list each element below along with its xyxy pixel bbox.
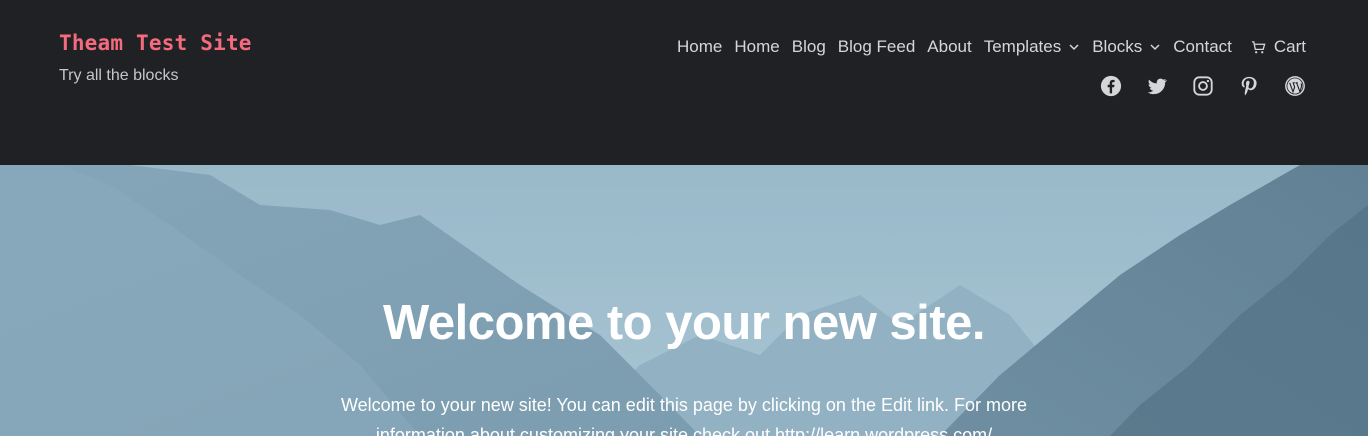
site-title[interactable]: Theam Test Site [59,31,252,55]
nav-label: Blocks [1092,37,1143,56]
twitter-icon[interactable] [1146,75,1168,97]
pinterest-icon[interactable] [1238,75,1260,97]
nav-item-blocks[interactable]: Blocks [1092,37,1161,57]
nav-label: About [927,37,972,56]
nav-item-contact[interactable]: Contact [1173,37,1232,57]
chevron-down-icon[interactable] [1149,41,1161,53]
nav-item-about[interactable]: About [927,37,971,57]
nav-label: Blog Feed [837,37,916,56]
site-header: Theam Test Site Try all the blocks Home … [0,0,1368,165]
nav-label: Templates [983,37,1062,56]
hero-title: Welcome to your new site. [383,296,985,350]
hero-cover: Welcome to your new site. Welcome to you… [0,165,1368,436]
cart-icon [1251,40,1266,53]
learn-wordpress-link[interactable]: http://learn.wordpress.com/ [775,425,992,436]
hero-paragraph: Welcome to your new site! You can edit t… [320,390,1048,436]
instagram-icon[interactable] [1192,75,1214,97]
social-links [1100,75,1306,97]
nav-label: Home [677,37,723,56]
site-tagline: Try all the blocks [59,67,179,84]
nav-item-cart[interactable]: Cart [1251,37,1306,57]
nav-item-blog-feed[interactable]: Blog Feed [838,37,916,57]
wordpress-icon[interactable] [1284,75,1306,97]
nav-label: Contact [1173,37,1232,56]
primary-nav: Home Home Blog Blog Feed About Templates… [665,37,1306,57]
nav-item-home[interactable]: Home [677,37,722,57]
nav-item-home-2[interactable]: Home [734,37,779,57]
chevron-down-icon[interactable] [1068,41,1080,53]
nav-item-blog[interactable]: Blog [792,37,826,57]
cart-label: Cart [1273,37,1306,56]
nav-label: Home [734,37,780,56]
nav-label: Blog [791,37,826,56]
nav-item-templates[interactable]: Templates [984,37,1080,57]
facebook-icon[interactable] [1100,75,1122,97]
